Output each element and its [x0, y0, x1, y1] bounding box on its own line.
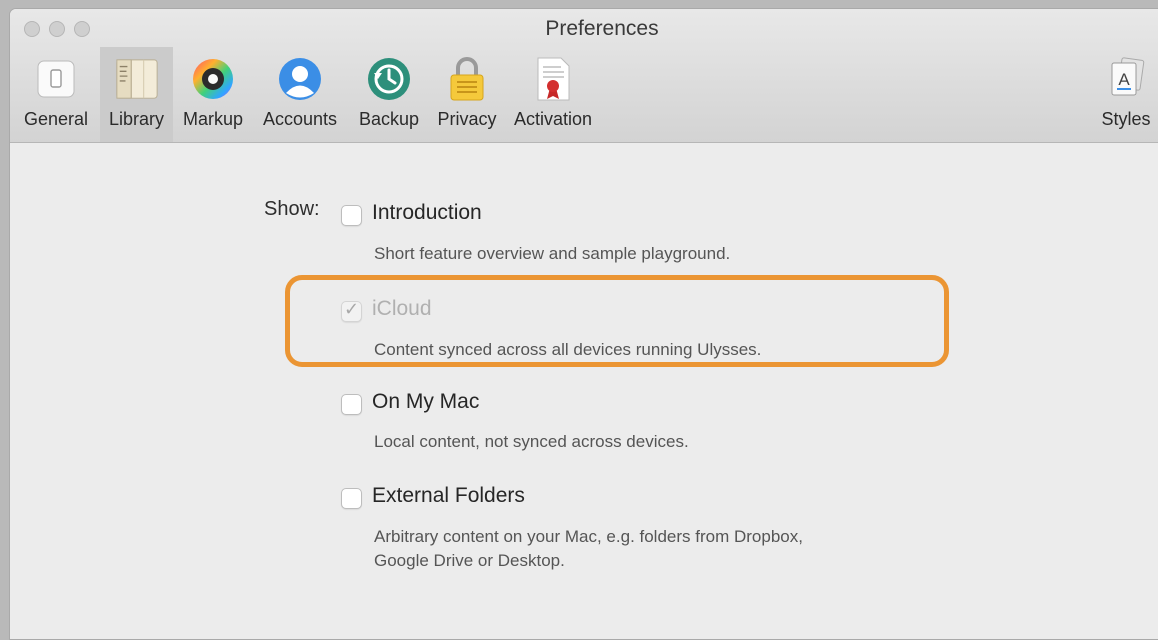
show-label: Show:: [264, 198, 320, 220]
markup-icon: [190, 56, 236, 102]
tab-styles-label: Styles: [1101, 109, 1151, 129]
external-folders-description-line-2: Google Drive or Desktop.: [374, 551, 565, 570]
general-icon: [33, 56, 79, 102]
on-my-mac-checkbox[interactable]: [341, 394, 362, 415]
privacy-icon: [444, 56, 490, 102]
external-folders-checkbox[interactable]: [341, 488, 362, 509]
tab-general[interactable]: General: [12, 47, 100, 142]
tab-library[interactable]: Library: [100, 47, 173, 142]
introduction-title: Introduction: [372, 201, 482, 224]
external-folders-description-line-1: Arbitrary content on your Mac, e.g. fold…: [374, 527, 803, 546]
activation-icon: [530, 56, 576, 102]
tab-styles[interactable]: A Styles: [1092, 47, 1158, 142]
introduction-checkbox[interactable]: [341, 205, 362, 226]
tab-general-label: General: [23, 109, 89, 129]
tab-privacy-label: Privacy: [437, 109, 497, 129]
tab-backup[interactable]: Backup: [347, 47, 431, 142]
tab-accounts[interactable]: Accounts: [253, 47, 347, 142]
tab-markup[interactable]: Markup: [173, 47, 253, 142]
title-bar: Preferences General Library Markup Accou…: [10, 9, 1158, 143]
tab-library-label: Library: [108, 109, 165, 129]
icloud-highlight-annotation: [285, 275, 949, 367]
styles-icon: A: [1103, 56, 1149, 102]
external-folders-title: External Folders: [372, 484, 525, 507]
tab-accounts-label: Accounts: [262, 109, 338, 129]
tab-markup-label: Markup: [182, 109, 244, 129]
svg-text:A: A: [1118, 70, 1130, 89]
tab-activation[interactable]: Activation: [503, 47, 603, 142]
preferences-toolbar: General Library Markup Accounts Backup P…: [10, 47, 1158, 142]
accounts-icon: [277, 56, 323, 102]
tab-backup-label: Backup: [358, 109, 420, 129]
on-my-mac-description: Local content, not synced across devices…: [374, 432, 689, 451]
tab-privacy[interactable]: Privacy: [431, 47, 503, 142]
introduction-description: Short feature overview and sample playgr…: [374, 244, 731, 263]
backup-icon: [366, 56, 412, 102]
tab-activation-label: Activation: [513, 109, 593, 129]
library-icon: [114, 56, 160, 102]
on-my-mac-title: On My Mac: [372, 390, 480, 413]
window-title: Preferences: [545, 17, 659, 40]
